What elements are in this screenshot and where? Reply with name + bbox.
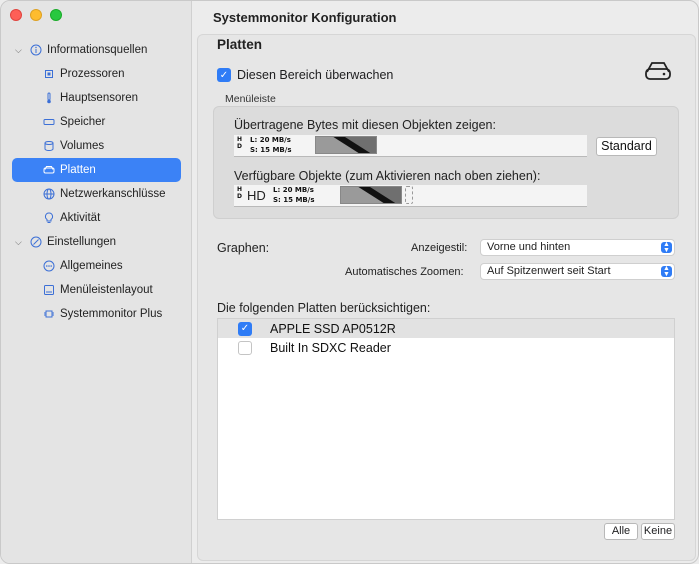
- sidebar-group-einstellungen[interactable]: ⌵ Einstellungen: [1, 230, 192, 254]
- sidebar-item-label: Platten: [60, 164, 96, 176]
- thermometer-icon: [43, 92, 55, 104]
- ellipsis-circle-icon: [43, 260, 55, 272]
- sidebar-item-label: Aktivität: [60, 212, 101, 224]
- read-rate[interactable]: L: 20 MB/s: [250, 136, 291, 144]
- chevron-updown-icon: ▲ ▼: [661, 265, 672, 278]
- read-rate[interactable]: L: 20 MB/s: [273, 186, 314, 194]
- sidebar: ⌵ Informationsquellen Prozessoren Haupts…: [1, 1, 192, 563]
- disks-label: Die folgenden Platten berücksichtigen:: [217, 301, 431, 315]
- sidebar-item-label: Netzwerkanschlüsse: [60, 188, 166, 200]
- zoom-label: Automatisches Zoomen:: [345, 266, 464, 278]
- chip-icon: [43, 308, 55, 320]
- spacer-item[interactable]: [405, 186, 413, 204]
- sidebar-item-prozessoren[interactable]: Prozessoren: [1, 62, 192, 86]
- sidebar-item-netzwerkanschluesse[interactable]: Netzwerkanschlüsse: [1, 182, 192, 206]
- sidebar-item-speicher[interactable]: Speicher: [1, 110, 192, 134]
- disk-name: APPLE SSD AP0512R: [270, 321, 396, 336]
- checkmark-icon[interactable]: ✓: [238, 321, 252, 336]
- sidebar-item-aktivitaet[interactable]: Aktivität: [1, 206, 192, 230]
- lightbulb-icon: [43, 212, 55, 224]
- database-icon: [43, 140, 55, 152]
- sidebar-item-label: Menüleistenlayout: [60, 284, 153, 296]
- globe-icon: [43, 188, 55, 200]
- info-circle-icon: [30, 44, 42, 56]
- write-rate[interactable]: S: 15 MB/s: [250, 146, 291, 154]
- disk-row[interactable]: ✓ APPLE SSD AP0512R: [218, 319, 674, 338]
- sidebar-group-label: Einstellungen: [47, 236, 117, 248]
- window-title: Systemmonitor Konfiguration: [213, 10, 397, 25]
- disk-list: ✓ APPLE SSD AP0512R Built In SDXC Reader: [217, 318, 675, 520]
- available-items-label: Verfügbare Objekte (zum Aktivieren nach …: [234, 169, 541, 183]
- zoom-select[interactable]: Auf Spitzenwert seit Start ▲ ▼: [480, 263, 675, 280]
- sidebar-item-platten[interactable]: Platten: [12, 158, 181, 182]
- zoom-button[interactable]: [50, 9, 62, 21]
- sidebar-item-allgemeines[interactable]: Allgemeines: [1, 254, 192, 278]
- memory-icon: [43, 116, 55, 128]
- sidebar-item-label: Prozessoren: [60, 68, 125, 80]
- chevron-down-icon[interactable]: ⌵: [15, 45, 24, 56]
- shown-items-label: Übertragene Bytes mit diesen Objekten ze…: [234, 118, 496, 132]
- cpu-icon: [43, 68, 55, 80]
- sidebar-group-informationsquellen[interactable]: ⌵ Informationsquellen: [1, 38, 192, 62]
- style-select-value: Vorne und hinten: [487, 241, 571, 253]
- sidebar-item-label: Speicher: [60, 116, 106, 128]
- sidebar-item-label: Systemmonitor Plus: [60, 308, 163, 320]
- sidebar-item-volumes[interactable]: Volumes: [1, 134, 192, 158]
- standard-button[interactable]: Standard: [596, 137, 657, 156]
- zoom-select-value: Auf Spitzenwert seit Start: [487, 265, 611, 277]
- sidebar-item-menueleistenlayout[interactable]: Menüleistenlayout: [1, 278, 192, 302]
- section-title: Platten: [217, 37, 263, 52]
- watch-checkbox-row[interactable]: ✓ Diesen Bereich überwachen: [217, 68, 393, 82]
- activity-graph[interactable]: [340, 186, 402, 204]
- activity-graph[interactable]: [315, 136, 377, 154]
- disk-name: Built In SDXC Reader: [270, 340, 391, 355]
- style-select[interactable]: Vorne und hinten ▲ ▼: [480, 239, 675, 256]
- close-button[interactable]: [10, 9, 22, 21]
- hard-drive-icon: [43, 164, 55, 176]
- watch-label: Diesen Bereich überwachen: [237, 68, 394, 82]
- slash-circle-icon: [30, 236, 42, 248]
- select-all-button[interactable]: Alle: [604, 523, 638, 540]
- window-controls: [10, 9, 62, 21]
- menubar-icon: [43, 284, 55, 296]
- sidebar-group-label: Informationsquellen: [47, 44, 148, 56]
- disk-row[interactable]: Built In SDXC Reader: [218, 338, 674, 357]
- sidebar-item-label: Allgemeines: [60, 260, 123, 272]
- style-label: Anzeigestil:: [411, 242, 468, 254]
- hd-letters: H D: [237, 136, 243, 150]
- chevron-down-icon[interactable]: ⌵: [15, 237, 24, 248]
- graphs-label: Graphen:: [217, 241, 270, 255]
- checkmark-icon[interactable]: ✓: [217, 68, 231, 82]
- sidebar-list: ⌵ Informationsquellen Prozessoren Haupts…: [1, 38, 192, 326]
- hard-drive-icon: [645, 62, 671, 80]
- hd-label[interactable]: HD: [247, 188, 266, 203]
- sidebar-item-label: Volumes: [60, 140, 105, 152]
- hd-letters[interactable]: H D: [237, 186, 242, 200]
- window: ⌵ Informationsquellen Prozessoren Haupts…: [0, 0, 699, 564]
- menubar-label: Menüleiste: [225, 93, 276, 105]
- write-rate[interactable]: S: 15 MB/s: [273, 196, 314, 204]
- sidebar-item-hauptsensoren[interactable]: Hauptsensoren: [1, 86, 192, 110]
- checkbox-empty-icon[interactable]: [238, 340, 252, 355]
- chevron-updown-icon: ▲ ▼: [661, 241, 672, 254]
- minimize-button[interactable]: [30, 9, 42, 21]
- select-none-button[interactable]: Keine: [641, 523, 675, 540]
- sidebar-item-label: Hauptsensoren: [60, 92, 138, 104]
- sidebar-item-systemmonitor-plus[interactable]: Systemmonitor Plus: [1, 302, 192, 326]
